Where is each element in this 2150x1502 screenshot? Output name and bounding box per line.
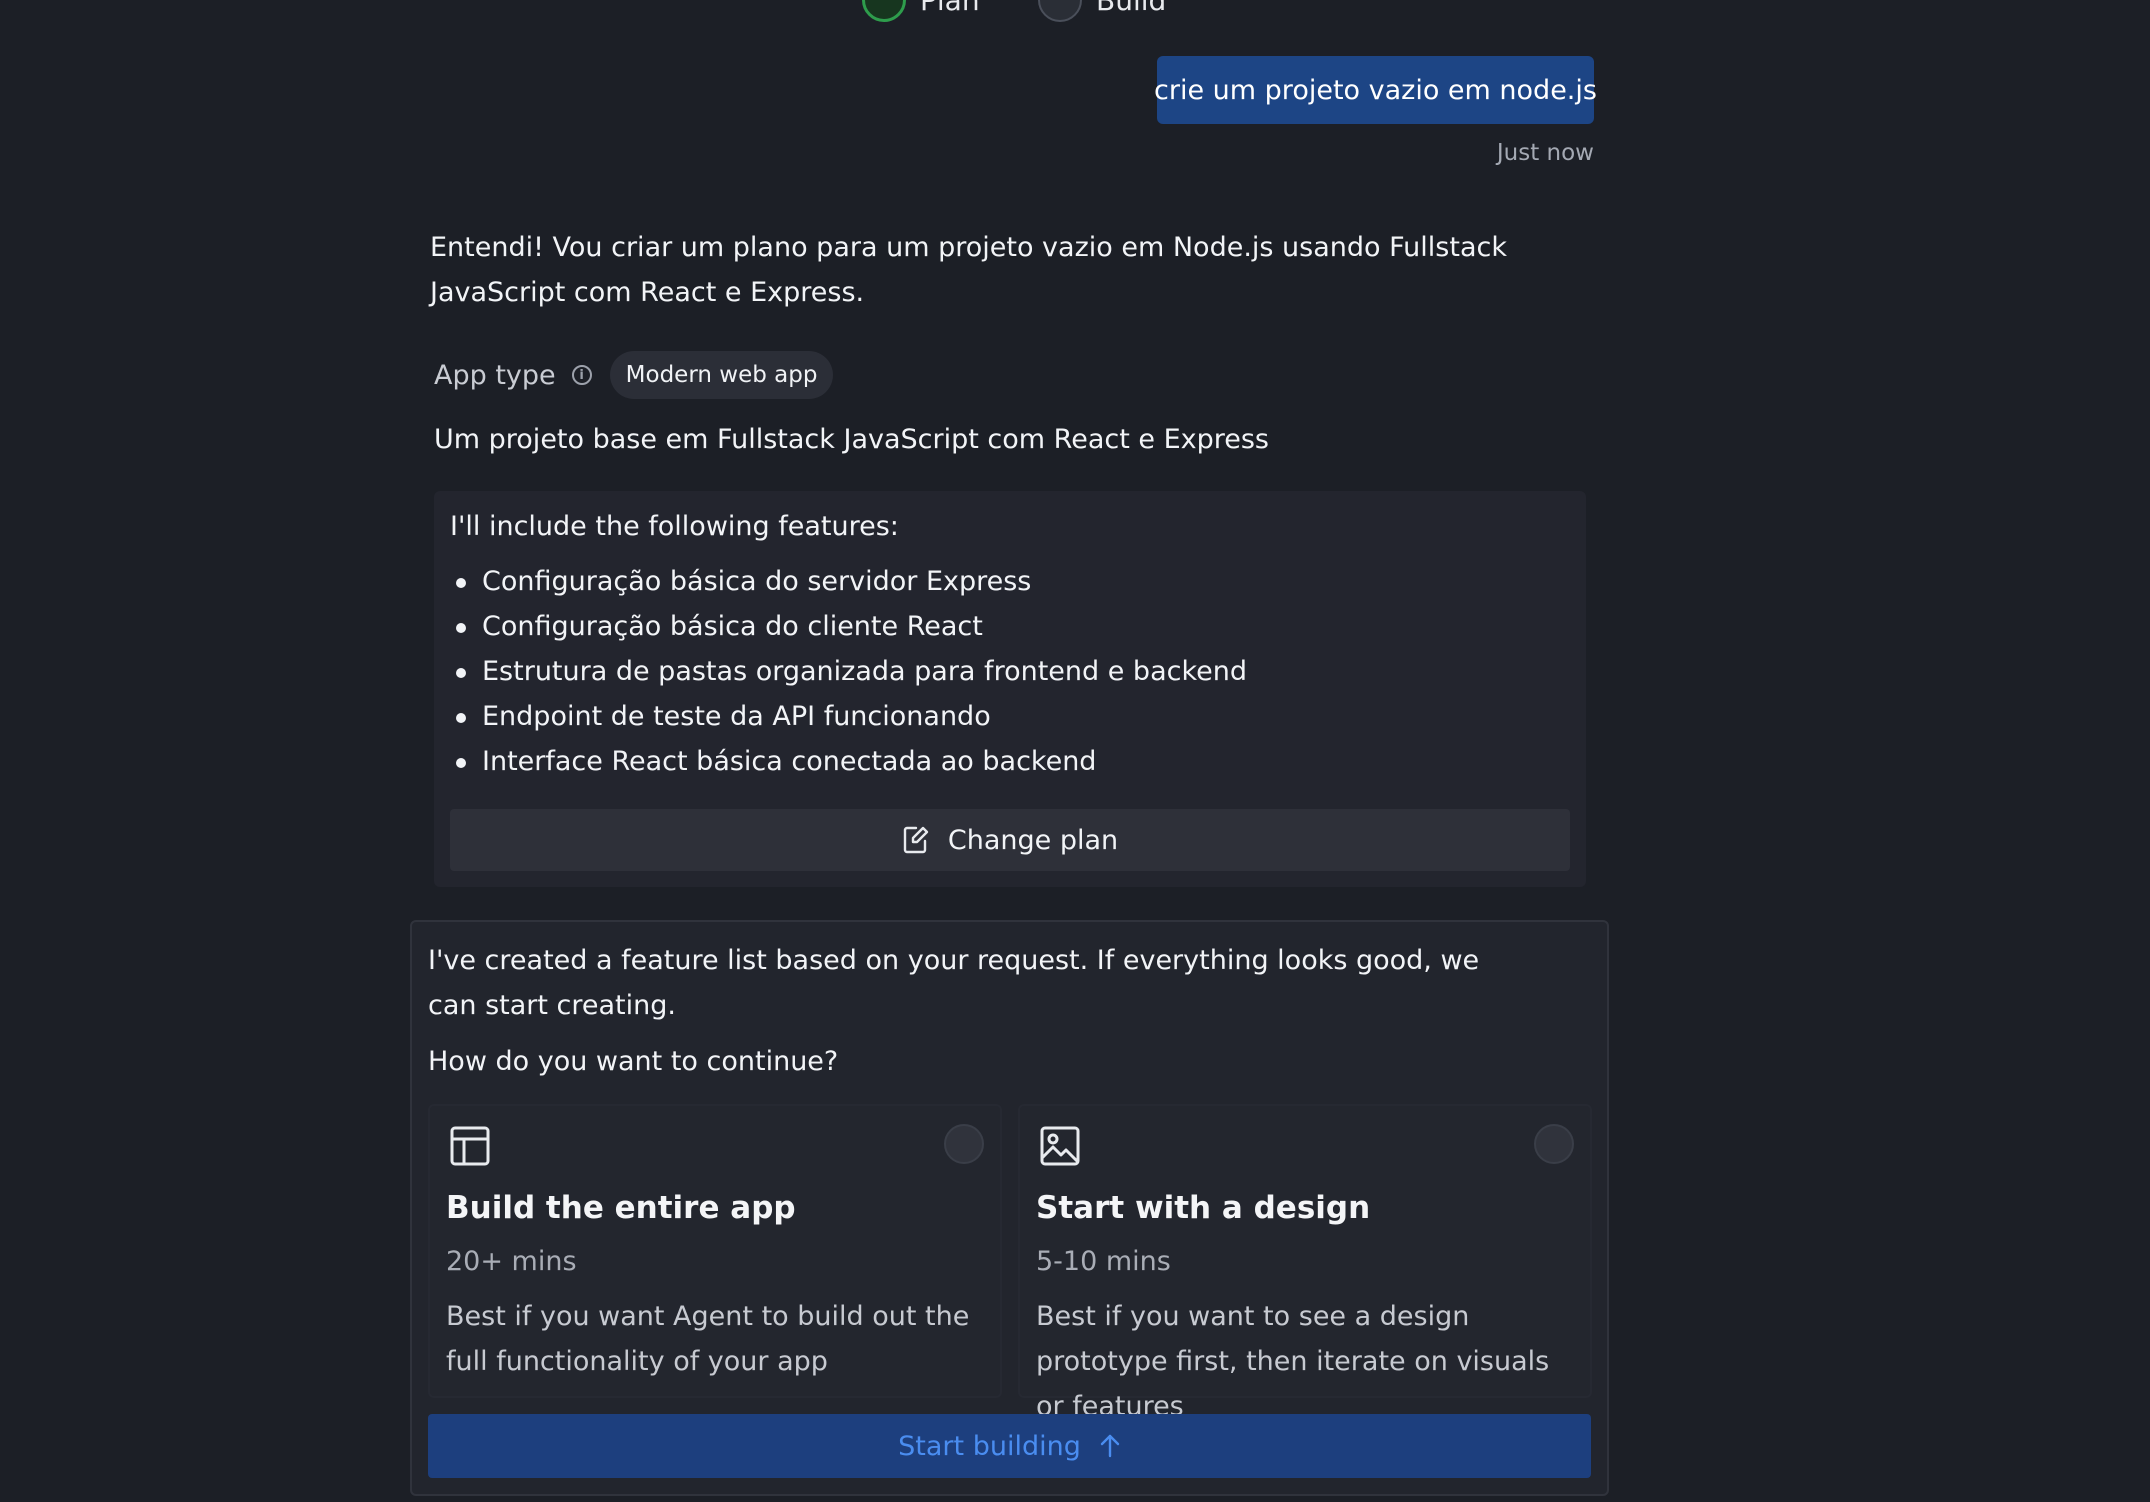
feature-item: Configuração básica do cliente React: [450, 604, 1247, 649]
continue-question: How do you want to continue?: [428, 1046, 839, 1077]
features-card: I'll include the following features: Con…: [434, 491, 1586, 887]
plan-summary: Um projeto base em Fullstack JavaScript …: [434, 424, 1269, 455]
features-list: Configuração básica do servidor Express …: [450, 559, 1247, 784]
option-radio[interactable]: [944, 1124, 984, 1164]
change-plan-button[interactable]: Change plan: [450, 809, 1570, 871]
feature-item: Configuração básica do servidor Express: [450, 559, 1247, 604]
start-building-label: Start building: [898, 1430, 1081, 1462]
plan-status-icon: [862, 0, 906, 22]
info-icon[interactable]: i: [571, 365, 592, 385]
option-title: Build the entire app: [446, 1190, 796, 1226]
option-build-entire-app[interactable]: Build the entire app 20+ mins Best if yo…: [428, 1104, 1002, 1398]
feature-item: Estrutura de pastas organizada para fron…: [450, 649, 1247, 694]
option-time: 5-10 mins: [1036, 1246, 1171, 1277]
image-icon: [1040, 1126, 1080, 1166]
option-start-with-design[interactable]: Start with a design 5-10 mins Best if yo…: [1018, 1104, 1592, 1422]
top-nav: Plan Build: [0, 0, 2150, 22]
option-time: 20+ mins: [446, 1246, 577, 1277]
user-message-bubble: crie um projeto vazio em node.js: [1154, 56, 1597, 124]
feature-item: Endpoint de teste da API funcionando: [450, 694, 1247, 739]
tab-build[interactable]: Build: [1038, 0, 1166, 22]
features-intro: I'll include the following features:: [450, 511, 899, 542]
agent-reply-text: Entendi! Vou criar um plano para um proj…: [430, 232, 1507, 308]
tab-plan[interactable]: Plan: [862, 0, 980, 22]
start-building-button[interactable]: Start building: [428, 1414, 1591, 1478]
option-title: Start with a design: [1036, 1190, 1371, 1226]
arrow-up-icon: [1100, 1434, 1120, 1458]
feature-item: Interface React básica conectada ao back…: [450, 739, 1247, 784]
app-type-label: App type: [434, 359, 556, 391]
app-type-chip: Modern web app: [609, 351, 834, 399]
tab-plan-label: Plan: [920, 0, 980, 17]
option-description: Best if you want to see a design prototy…: [1036, 1301, 1550, 1422]
message-timestamp: Just now: [1496, 140, 1594, 166]
edit-icon: [903, 826, 929, 854]
build-status-icon: [1038, 0, 1082, 22]
continue-panel: I've created a feature list based on you…: [410, 920, 1609, 1496]
app-type-row: App type i Modern web app: [434, 351, 834, 399]
tab-build-label: Build: [1096, 0, 1167, 17]
change-plan-label: Change plan: [947, 824, 1119, 856]
layout-icon: [450, 1126, 490, 1166]
continue-message: I've created a feature list based on you…: [428, 945, 1480, 1021]
option-description: Best if you want Agent to build out the …: [446, 1301, 970, 1377]
option-radio[interactable]: [1534, 1124, 1574, 1164]
